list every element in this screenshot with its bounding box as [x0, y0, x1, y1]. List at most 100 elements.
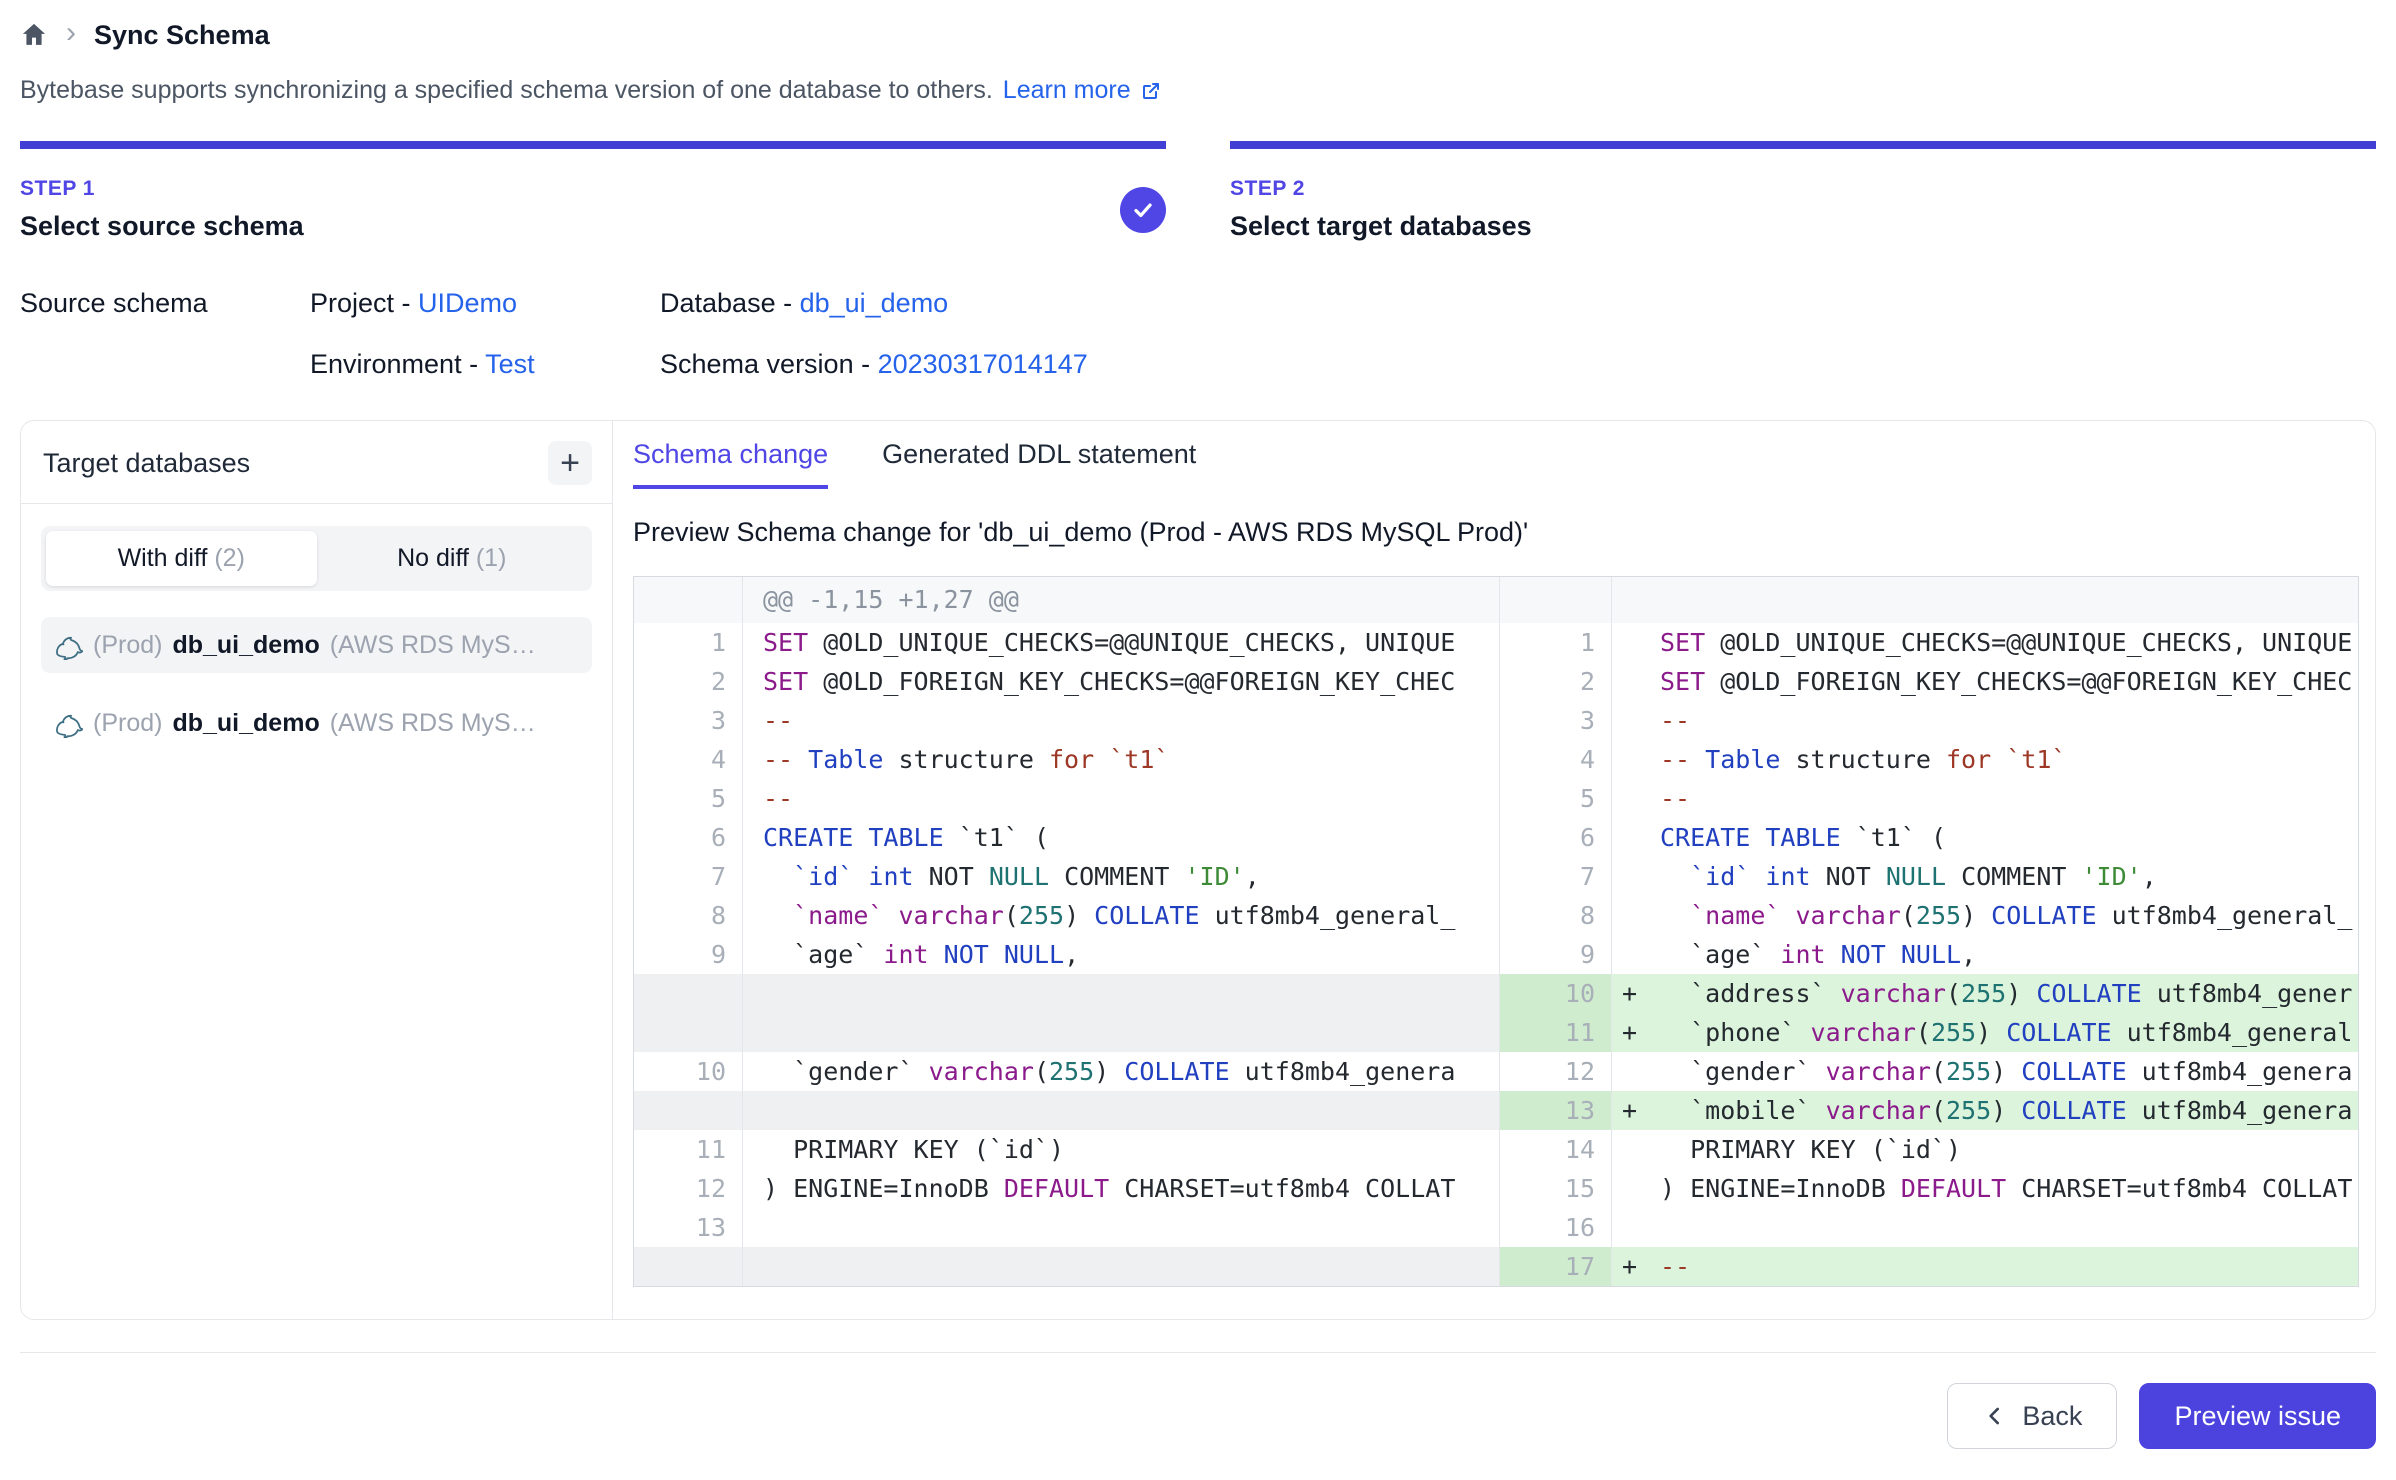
code-token: NOT NULL — [1841, 940, 1961, 969]
diff-new-code: ) ENGINE=InnoDB DEFAULT CHARSET=utf8mb4 … — [1611, 1169, 2358, 1208]
home-icon[interactable] — [20, 21, 48, 49]
diff-new-code: -- Table structure for `t1` — [1611, 740, 2358, 779]
diff-old-line-number — [634, 1091, 742, 1130]
diff-old-code: -- — [742, 701, 1499, 740]
source-field: Schema version - 20230317014147 — [660, 349, 2376, 380]
diff-old-line-number: 10 — [634, 1052, 742, 1091]
diff-new-code: +-- — [1611, 1247, 2358, 1286]
diff-old-code: `name` varchar(255) COLLATE utf8mb4_gene… — [742, 896, 1499, 935]
code-token: SET — [1660, 628, 1705, 657]
code-token: TABLE — [1765, 823, 1840, 852]
preview-tabs: Schema change Generated DDL statement — [633, 439, 2359, 489]
description-text: Bytebase supports synchronizing a specif… — [20, 76, 993, 105]
target-databases-title: Target databases — [43, 448, 250, 479]
code-token: ) — [1976, 1018, 2006, 1047]
code-token: -- — [1660, 745, 1705, 774]
diff-old-code: -- — [742, 779, 1499, 818]
target-database-item[interactable]: (Prod)db_ui_demo(AWS RDS MyS… — [41, 617, 592, 673]
source-field-link[interactable]: 20230317014147 — [878, 349, 1088, 379]
code-token: ( — [1946, 979, 1961, 1008]
code-token: DEFAULT — [1004, 1174, 1109, 1203]
diff-add-marker: + — [1622, 1247, 1660, 1286]
diff-row: 9 `age` int NOT NULL,9 `age` int NOT NUL… — [634, 935, 2358, 974]
diff-new-line-number: 13 — [1499, 1091, 1611, 1130]
code-token: utf8mb4_general_ — [1200, 901, 1456, 930]
code-token: Table — [1705, 745, 1780, 774]
footer-actions: Back Preview issue — [20, 1383, 2376, 1449]
code-token: Table — [808, 745, 883, 774]
code-token — [853, 862, 868, 891]
db-name: db_ui_demo — [172, 709, 319, 738]
preview-tab-generated-ddl-statement[interactable]: Generated DDL statement — [882, 439, 1196, 489]
tab-label: No diff — [397, 544, 476, 572]
preview-title: Preview Schema change for 'db_ui_demo (P… — [633, 517, 2359, 548]
source-field-link[interactable]: db_ui_demo — [800, 288, 949, 318]
diff-old-code: SET @OLD_FOREIGN_KEY_CHECKS=@@FOREIGN_KE… — [742, 662, 1499, 701]
source-field-prefix: Environment - — [310, 349, 485, 379]
code-token: utf8mb4_genera — [2127, 1057, 2353, 1086]
code-token: CHARSET=utf8mb4 COLLAT — [2006, 1174, 2352, 1203]
diff-old-line-number: 2 — [634, 662, 742, 701]
diff-filter-tab-no-diff[interactable]: No diff (1) — [317, 531, 588, 586]
preview-tab-schema-change[interactable]: Schema change — [633, 439, 828, 489]
diff-new-code: SET @OLD_FOREIGN_KEY_CHECKS=@@FOREIGN_KE… — [1611, 662, 2358, 701]
preview-issue-button[interactable]: Preview issue — [2139, 1383, 2376, 1449]
code-token: `age` — [763, 940, 883, 969]
back-button[interactable]: Back — [1947, 1383, 2117, 1449]
tab-count: (1) — [476, 544, 507, 572]
tab-label: With diff — [118, 544, 215, 572]
learn-more-link[interactable]: Learn more — [1003, 76, 1163, 105]
diff-row: 8 `name` varchar(255) COLLATE utf8mb4_ge… — [634, 896, 2358, 935]
diff-new-code — [1611, 577, 2358, 623]
code-token: -- — [1660, 706, 1690, 735]
code-token: -- — [763, 784, 793, 813]
code-token: SET — [763, 667, 808, 696]
code-token: , — [1245, 862, 1260, 891]
diff-old-line-number: 5 — [634, 779, 742, 818]
code-token: `gender` — [1660, 1057, 1826, 1086]
diff-old-line-number: 12 — [634, 1169, 742, 1208]
code-token: NULL — [1886, 862, 1946, 891]
db-name: db_ui_demo — [172, 631, 319, 660]
code-token: `phone` — [1660, 1018, 1811, 1047]
diff-filter-tab-with-diff[interactable]: With diff (2) — [46, 531, 317, 586]
code-token: @OLD_UNIQUE_CHECKS=@@UNIQUE_CHECKS, UNIQ… — [808, 628, 1455, 657]
code-token: NOT NULL — [944, 940, 1064, 969]
code-token: CREATE — [763, 823, 853, 852]
add-target-database-button[interactable]: + — [548, 441, 592, 485]
code-token: 255 — [1916, 901, 1961, 930]
target-databases-header: Target databases + — [21, 421, 612, 504]
source-field: Environment - Test — [310, 349, 660, 380]
diff-new-code — [1611, 1208, 2358, 1247]
code-token: CHARSET=utf8mb4 COLLAT — [1109, 1174, 1455, 1203]
external-link-icon — [1139, 79, 1163, 103]
diff-new-code: + `mobile` varchar(255) COLLATE utf8mb4_… — [1611, 1091, 2358, 1130]
code-token — [1750, 862, 1765, 891]
code-token — [1094, 745, 1109, 774]
main-card: Target databases + With diff (2)No diff … — [20, 420, 2376, 1320]
diff-row: 2SET @OLD_FOREIGN_KEY_CHECKS=@@FOREIGN_K… — [634, 662, 2358, 701]
diff-new-line-number: 2 — [1499, 662, 1611, 701]
diff-row: 7 `id` int NOT NULL COMMENT 'ID',7 `id` … — [634, 857, 2358, 896]
target-database-item[interactable]: (Prod)db_ui_demo(AWS RDS MyS… — [41, 695, 592, 751]
source-field-link[interactable]: Test — [485, 349, 535, 379]
step-progress-bar — [20, 141, 1166, 149]
db-instance: (AWS RDS MyS… — [330, 631, 536, 660]
code-token: `name` — [793, 901, 883, 930]
diff-add-marker: + — [1622, 1091, 1660, 1130]
diff-row: 11+ `phone` varchar(255) COLLATE utf8mb4… — [634, 1013, 2358, 1052]
code-token: for — [1946, 745, 1991, 774]
diff-add-marker: + — [1622, 1013, 1660, 1052]
diff-row: 5--5-- — [634, 779, 2358, 818]
diff-table: @@ -1,15 +1,27 @@1SET @OLD_UNIQUE_CHECKS… — [633, 576, 2359, 1287]
source-schema-summary: Source schema Project - UIDemoDatabase -… — [20, 288, 2376, 380]
code-token: -- — [763, 745, 808, 774]
code-token: CREATE — [1660, 823, 1750, 852]
code-token: varchar — [1841, 979, 1946, 1008]
diff-new-line-number: 9 — [1499, 935, 1611, 974]
diff-row: 17+-- — [634, 1247, 2358, 1286]
code-token: @OLD_FOREIGN_KEY_CHECKS=@@FOREIGN_KEY_CH… — [808, 667, 1455, 696]
diff-new-line-number: 10 — [1499, 974, 1611, 1013]
source-field-link[interactable]: UIDemo — [418, 288, 517, 318]
learn-more-label: Learn more — [1003, 76, 1131, 105]
